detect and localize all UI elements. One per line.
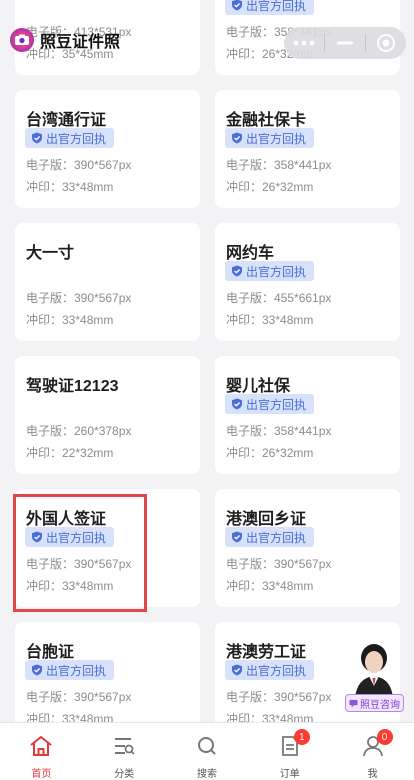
spec-title: 网约车: [226, 245, 275, 262]
official-receipt-badge: 出官方回执: [225, 128, 315, 148]
tab-label: 我: [367, 769, 378, 780]
spec-title: 台湾通行证: [26, 112, 107, 129]
shield-check-icon: [32, 664, 42, 676]
spec-card[interactable]: 驾驶证12123 电子版：260*378px 冲印：22*32mm: [15, 356, 200, 474]
official-receipt-badge: 出官方回执: [225, 527, 315, 547]
app-logo-bar: 照豆证件照: [10, 28, 120, 52]
digital-size: 电子版：390*567px: [226, 690, 332, 704]
print-size: 冲印：33*48mm: [26, 180, 114, 194]
shield-check-icon: [32, 531, 42, 543]
spec-title: 驾驶证12123: [26, 378, 119, 395]
target-close-icon: [377, 34, 395, 52]
spec-title: 台胞证: [26, 644, 75, 661]
tab-order[interactable]: 订单 1: [248, 723, 331, 780]
digital-size: 电子版：390*567px: [226, 557, 332, 571]
bottom-tab-bar: 首页 分类 搜索 订单 1 我 0: [0, 722, 414, 780]
spec-card[interactable]: 大一寸电子版：390*567px 冲印：33*48mm: [15, 223, 200, 341]
shield-check-icon: [232, 0, 242, 11]
digital-size: 电子版：358*441px: [226, 424, 332, 438]
digital-size: 电子版：390*567px: [26, 158, 132, 172]
official-receipt-badge: 出官方回执: [225, 660, 315, 680]
tab-category[interactable]: 分类: [83, 723, 166, 780]
spec-card[interactable]: 金融社保卡 出官方回执电子版：358*441px 冲印：26*32mm: [215, 90, 400, 208]
more-dots-icon: [293, 40, 315, 46]
tab-label: 首页: [31, 769, 52, 780]
spec-card[interactable]: 港澳回乡证 出官方回执电子版：390*567px 冲印：33*48mm: [215, 489, 400, 607]
spec-title: 金融社保卡: [226, 112, 307, 129]
spec-card[interactable]: 台胞证 出官方回执电子版：390*567px 冲印：33*48mm: [15, 622, 200, 722]
consultant-avatar-icon: [355, 644, 393, 698]
shield-check-icon: [232, 531, 242, 543]
print-size: 冲印：33*48mm: [226, 579, 314, 593]
home-icon: [29, 735, 53, 762]
shield-check-icon: [232, 664, 242, 676]
tab-label: 分类: [114, 769, 135, 780]
official-receipt-badge: 出官方回执: [25, 128, 115, 148]
spec-card[interactable]: 婴儿社保 出官方回执电子版：358*441px 冲印：26*32mm: [215, 356, 400, 474]
consult-floating-button[interactable]: 照豆咨询: [345, 640, 404, 714]
digital-size: 电子版：455*661px: [226, 291, 332, 305]
shield-check-icon: [232, 265, 242, 277]
consult-label: 照豆咨询: [345, 694, 404, 712]
app-logo-icon: [10, 28, 34, 52]
official-receipt-badge: 出官方回执: [225, 0, 315, 15]
digital-size: 电子版：260*378px: [26, 424, 132, 438]
official-receipt-badge: 出官方回执: [25, 527, 115, 547]
spec-title: 港澳劳工证: [226, 644, 307, 661]
spec-card[interactable]: 台湾通行证 出官方回执电子版：390*567px 冲印：33*48mm: [15, 90, 200, 208]
mini-program-capsule: [284, 27, 406, 59]
more-menu-button[interactable]: [284, 27, 324, 59]
digital-size: 电子版：390*567px: [26, 291, 132, 305]
search-icon: [195, 735, 219, 762]
shield-check-icon: [232, 132, 242, 144]
print-size: 冲印：33*48mm: [226, 313, 314, 327]
close-mini-program-button[interactable]: [366, 27, 406, 59]
print-size: 冲印：26*32mm: [226, 446, 314, 460]
shield-check-icon: [232, 398, 242, 410]
minimize-button[interactable]: [325, 27, 365, 59]
spec-card[interactable]: 网约车 出官方回执电子版：455*661px 冲印：33*48mm: [215, 223, 400, 341]
tab-home[interactable]: 首页: [0, 723, 83, 780]
app-name: 照豆证件照: [40, 34, 121, 51]
spec-title: 大一寸: [26, 245, 75, 262]
chat-icon: [349, 699, 358, 708]
category-icon: [112, 735, 136, 762]
print-size: 冲印：33*48mm: [26, 579, 114, 593]
tab-label: 订单: [279, 769, 300, 780]
id-photo-spec-grid: 电子版：413*531px 冲印：35*45mm 出官方回执 电子版：358*441p…: [0, 0, 414, 722]
print-size: 冲印：33*48mm: [26, 712, 114, 722]
digital-size: 电子版：390*567px: [26, 690, 132, 704]
minimize-icon: [337, 41, 353, 45]
official-receipt-badge: 出官方回执: [225, 394, 315, 414]
print-size: 冲印：22*32mm: [26, 446, 114, 460]
official-receipt-badge: 出官方回执: [25, 660, 115, 680]
shield-check-icon: [32, 132, 42, 144]
print-size: 冲印：33*48mm: [26, 313, 114, 327]
print-size: 冲印：33*48mm: [226, 712, 314, 722]
spec-title: 港澳回乡证: [226, 511, 307, 528]
digital-size: 电子版：358*441px: [226, 158, 332, 172]
spec-title: 外国人签证: [26, 511, 107, 528]
tab-search[interactable]: 搜索: [166, 723, 249, 780]
spec-title: 婴儿社保: [226, 378, 291, 395]
tab-label: 搜索: [196, 769, 217, 780]
tab-count-badge: 0: [376, 729, 393, 745]
spec-card[interactable]: 外国人签证 出官方回执电子版：390*567px 冲印：33*48mm: [13, 489, 200, 612]
tab-user[interactable]: 我0: [331, 723, 414, 780]
official-receipt-badge: 出官方回执: [225, 261, 315, 281]
digital-size: 电子版：390*567px: [26, 557, 132, 571]
tab-count-badge: 1: [293, 729, 310, 745]
print-size: 冲印：26*32mm: [226, 180, 314, 194]
